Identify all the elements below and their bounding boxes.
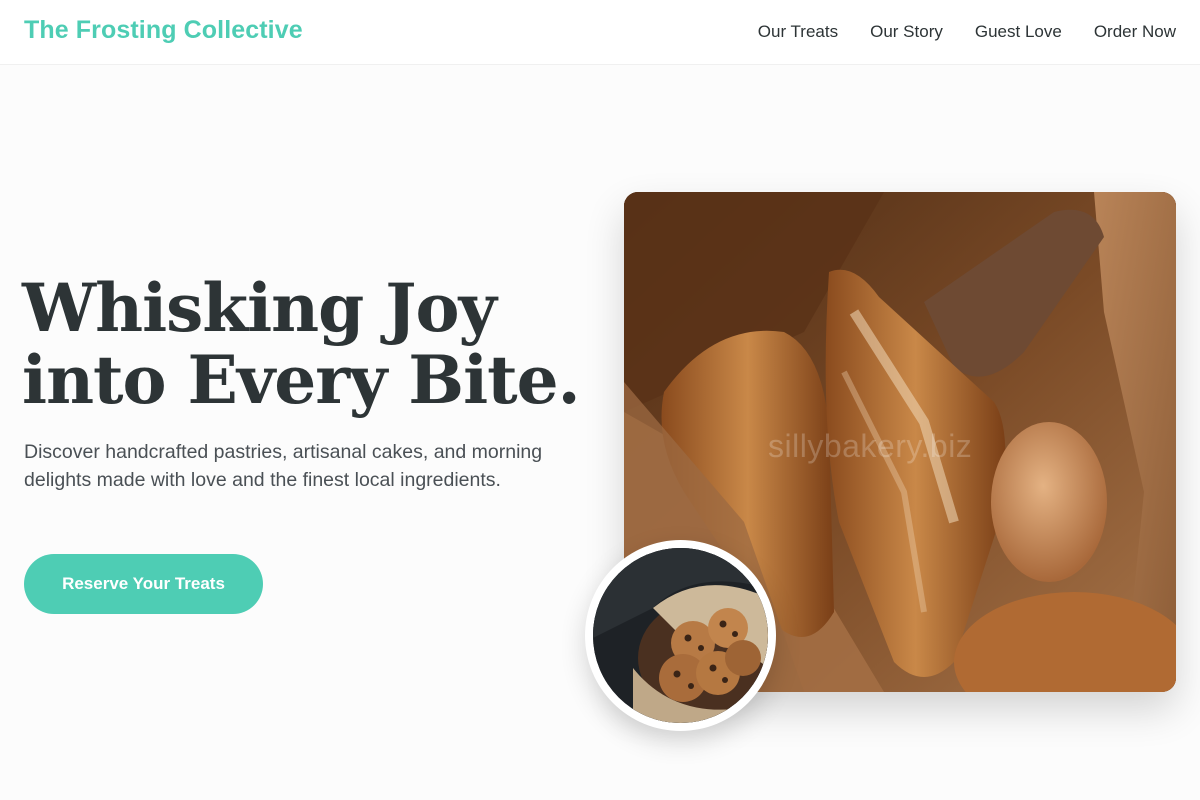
reserve-treats-button[interactable]: Reserve Your Treats	[24, 554, 263, 614]
brand-logo[interactable]: The Frosting Collective	[24, 16, 303, 45]
cookie-basket-photo-frame	[585, 540, 776, 731]
cookies-illustration	[593, 548, 768, 723]
hero-title-line-1: Whisking Joy	[22, 269, 497, 347]
main-nav: Our Treats Our Story Guest Love Order No…	[758, 22, 1176, 42]
cookie-basket-photo	[593, 548, 768, 723]
site-header: The Frosting Collective Our Treats Our S…	[0, 0, 1200, 65]
hero-subtitle: Discover handcrafted pastries, artisanal…	[24, 441, 543, 491]
image-watermark: sillybakery.biz	[768, 428, 973, 464]
nav-our-story[interactable]: Our Story	[870, 22, 943, 42]
nav-our-treats[interactable]: Our Treats	[758, 22, 838, 42]
hero-title-line-2: into Every Bite.	[22, 341, 581, 419]
hero-title: Whisking Joy into Every Bite.	[22, 272, 582, 416]
nav-order-now[interactable]: Order Now	[1094, 22, 1176, 42]
nav-guest-love[interactable]: Guest Love	[975, 22, 1062, 42]
